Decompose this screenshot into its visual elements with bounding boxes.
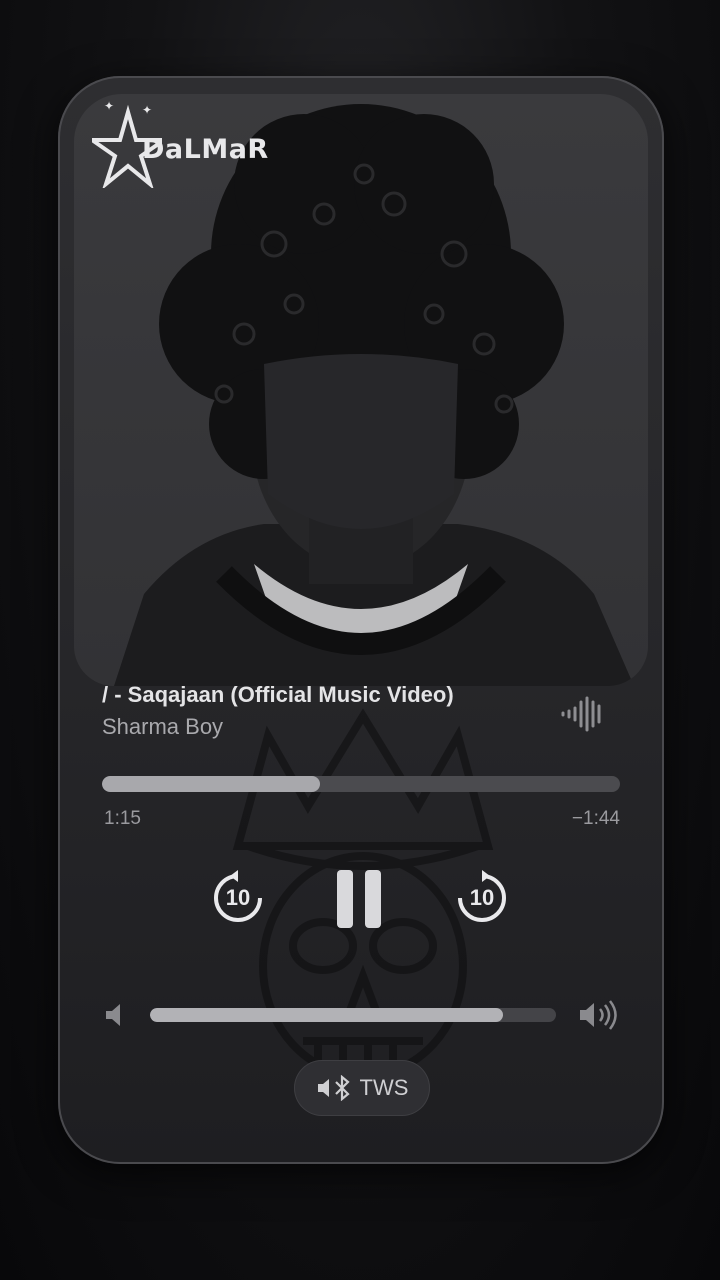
track-artist[interactable]: Sharma Boy bbox=[102, 714, 223, 740]
svg-text:✦: ✦ bbox=[142, 103, 152, 117]
output-device-button[interactable]: TWS bbox=[294, 1060, 430, 1116]
elapsed-time: 1:15 bbox=[104, 808, 141, 829]
track-title: / - Saqajaan (Official Music Video) bbox=[102, 682, 454, 707]
speaker-low-icon bbox=[106, 1004, 120, 1026]
pause-button[interactable] bbox=[332, 868, 386, 930]
volume-slider[interactable] bbox=[150, 1008, 556, 1022]
playback-progress-fill bbox=[102, 776, 320, 792]
bluetooth-speaker-icon bbox=[317, 1075, 350, 1101]
watermark-logo: ✦ ✦ DaLMaR bbox=[85, 98, 292, 190]
watermark-text: DaLMaR bbox=[142, 134, 269, 165]
speaker-high-icon bbox=[580, 1000, 617, 1030]
waveform-icon[interactable] bbox=[560, 696, 606, 732]
svg-text:✦: ✦ bbox=[104, 99, 114, 113]
output-device-label: TWS bbox=[359, 1075, 409, 1100]
skip-back-label: 10 bbox=[225, 885, 251, 910]
skip-back-button[interactable]: 10 bbox=[210, 870, 266, 926]
playback-progress-bar[interactable] bbox=[102, 776, 620, 792]
skip-forward-button[interactable]: 10 bbox=[454, 870, 510, 926]
volume-slider-fill bbox=[150, 1008, 504, 1022]
remaining-time: −1:44 bbox=[571, 808, 620, 829]
pause-icon bbox=[337, 870, 381, 928]
now-playing-card: ✦ ✦ DaLMaR / - Saqajaan (Official Music … bbox=[58, 76, 664, 1164]
skip-forward-label: 10 bbox=[469, 885, 495, 910]
